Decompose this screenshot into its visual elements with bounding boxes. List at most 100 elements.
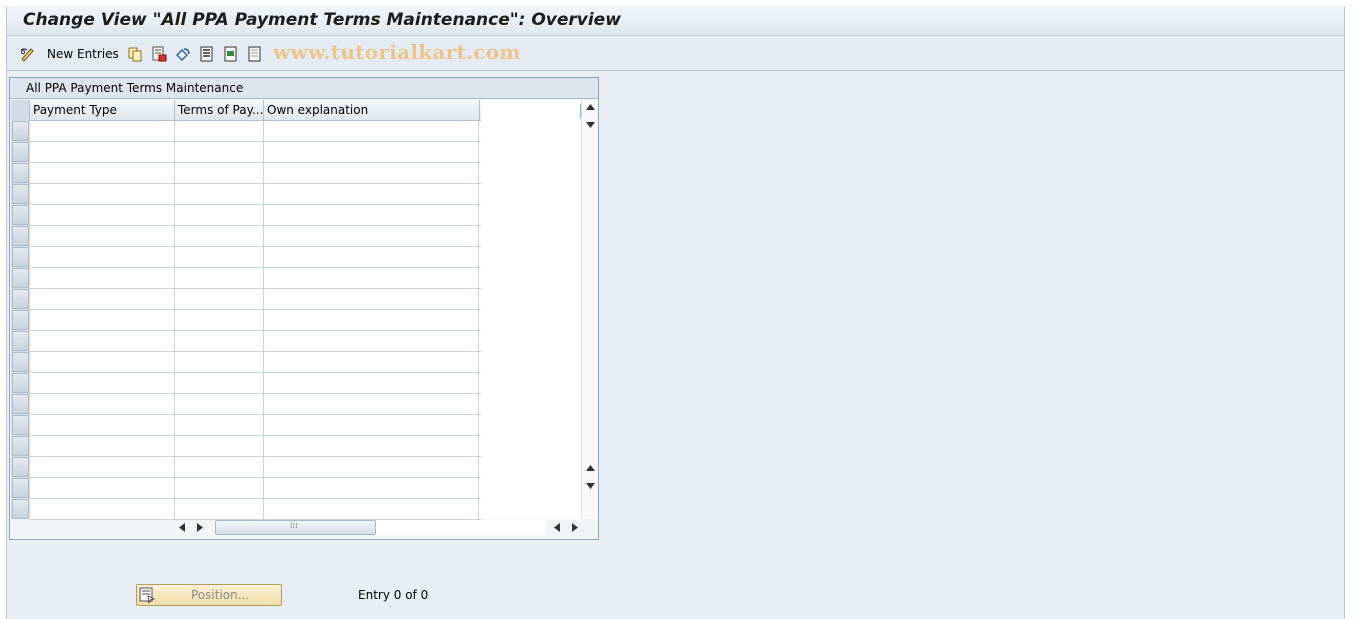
terms-of-payment-cell[interactable] [175,289,264,309]
scroll-top-button[interactable] [583,100,597,114]
own-explanation-cell[interactable] [264,184,479,204]
own-explanation-cell[interactable] [264,310,479,330]
terms-of-payment-cell[interactable] [175,478,264,498]
payment-type-cell[interactable] [30,247,175,267]
payment-type-cell[interactable] [30,415,175,435]
select-block-button[interactable] [223,45,239,63]
row-selector[interactable] [12,499,29,519]
scroll-bottom-button[interactable] [583,479,597,493]
terms-of-payment-cell[interactable] [175,331,264,351]
terms-of-payment-cell[interactable] [175,184,264,204]
row-selector[interactable] [12,457,29,477]
column-header-own-explanation[interactable]: Own explanation [264,100,480,121]
terms-of-payment-cell[interactable] [175,499,264,519]
payment-type-cell[interactable] [30,142,175,162]
own-explanation-cell[interactable] [264,478,479,498]
row-selector[interactable] [12,247,29,267]
own-explanation-cell[interactable] [264,499,479,519]
row-selector[interactable] [12,394,29,414]
terms-of-payment-cell[interactable] [175,415,264,435]
row-selector[interactable] [12,142,29,162]
own-explanation-cell[interactable] [264,373,479,393]
terms-of-payment-cell[interactable] [175,142,264,162]
row-selector[interactable] [12,226,29,246]
own-explanation-cell[interactable] [264,226,479,246]
horizontal-scroll-thumb[interactable]: ⁞⁞⁞ [215,520,376,535]
payment-type-cell[interactable] [30,163,175,183]
select-all-button[interactable] [199,45,215,63]
row-selector[interactable] [12,331,29,351]
horizontal-scrollbar[interactable]: ⁞⁞⁞ [175,518,580,535]
payment-type-cell[interactable] [30,184,175,204]
row-selector[interactable] [12,478,29,498]
terms-of-payment-cell[interactable] [175,457,264,477]
delete-button[interactable] [151,45,167,63]
payment-type-cell[interactable] [30,478,175,498]
payment-type-cell[interactable] [30,394,175,414]
deselect-all-button[interactable] [247,45,263,63]
own-explanation-cell[interactable] [264,247,479,267]
row-selector[interactable] [12,121,29,141]
terms-of-payment-cell[interactable] [175,163,264,183]
terms-of-payment-cell[interactable] [175,436,264,456]
terms-of-payment-cell[interactable] [175,268,264,288]
terms-of-payment-cell[interactable] [175,352,264,372]
row-selector[interactable] [12,373,29,393]
terms-of-payment-cell[interactable] [175,121,264,141]
scroll-left-last-button[interactable] [550,520,564,534]
own-explanation-cell[interactable] [264,352,479,372]
vertical-scrollbar[interactable] [581,100,598,519]
payment-type-cell[interactable] [30,310,175,330]
terms-of-payment-cell[interactable] [175,205,264,225]
payment-type-cell[interactable] [30,436,175,456]
position-button[interactable]: Position... [136,584,282,606]
undo-button[interactable] [175,45,191,63]
payment-type-cell[interactable] [30,268,175,288]
row-selector[interactable] [12,310,29,330]
scroll-up-button[interactable] [583,118,597,132]
own-explanation-cell[interactable] [264,142,479,162]
own-explanation-cell[interactable] [264,268,479,288]
own-explanation-cell[interactable] [264,205,479,225]
own-explanation-cell[interactable] [264,436,479,456]
select-all-corner[interactable] [11,100,30,121]
row-selector[interactable] [12,268,29,288]
own-explanation-cell[interactable] [264,394,479,414]
scroll-right-last-button[interactable] [568,520,582,534]
payment-type-cell[interactable] [30,226,175,246]
display-change-button[interactable] [19,45,37,63]
own-explanation-cell[interactable] [264,331,479,351]
row-selector[interactable] [12,205,29,225]
own-explanation-cell[interactable] [264,457,479,477]
row-selector[interactable] [12,289,29,309]
scroll-down-button[interactable] [583,461,597,475]
own-explanation-cell[interactable] [264,289,479,309]
own-explanation-cell[interactable] [264,121,479,141]
scroll-right-first-button[interactable] [193,520,207,534]
payment-type-cell[interactable] [30,205,175,225]
row-selector[interactable] [12,415,29,435]
payment-type-cell[interactable] [30,352,175,372]
scroll-left-first-button[interactable] [175,520,189,534]
row-selector[interactable] [12,184,29,204]
terms-of-payment-cell[interactable] [175,226,264,246]
horizontal-scroll-track[interactable] [376,520,546,535]
payment-type-cell[interactable] [30,373,175,393]
copy-button[interactable] [127,45,143,63]
column-header-terms-of-payment[interactable]: Terms of Pay... [175,100,264,121]
terms-of-payment-cell[interactable] [175,310,264,330]
terms-of-payment-cell[interactable] [175,373,264,393]
row-selector[interactable] [12,163,29,183]
payment-type-cell[interactable] [30,331,175,351]
row-selector[interactable] [12,352,29,372]
payment-type-cell[interactable] [30,499,175,519]
payment-type-cell[interactable] [30,121,175,141]
row-selector[interactable] [12,436,29,456]
own-explanation-cell[interactable] [264,415,479,435]
payment-type-cell[interactable] [30,457,175,477]
payment-type-cell[interactable] [30,289,175,309]
terms-of-payment-cell[interactable] [175,394,264,414]
column-header-payment-type[interactable]: Payment Type [30,100,175,121]
new-entries-button[interactable]: New Entries [47,45,119,63]
terms-of-payment-cell[interactable] [175,247,264,267]
